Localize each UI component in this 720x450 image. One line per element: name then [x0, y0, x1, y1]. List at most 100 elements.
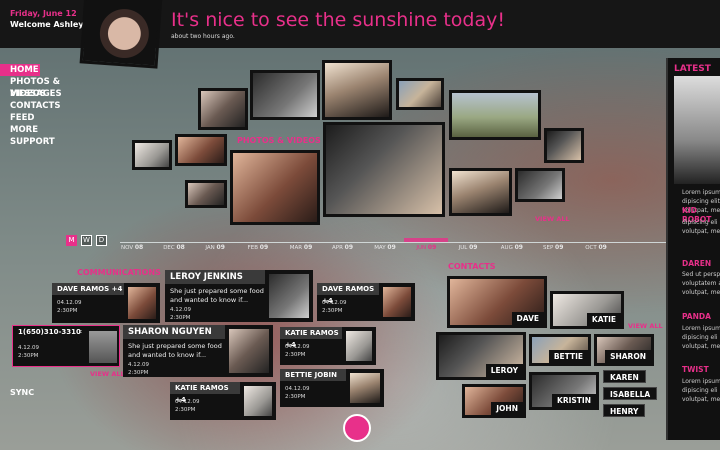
- contact-tile-leroy[interactable]: LEROY: [436, 332, 526, 380]
- nav-photos-videos[interactable]: PHOTOS & VIDEOS: [0, 76, 90, 99]
- comm-card-time: 2:30PM: [57, 308, 78, 314]
- photo-thumb[interactable]: [515, 168, 565, 202]
- contact-photo: [227, 327, 271, 375]
- comm-card[interactable]: SHARON NGUYEN She just prepared some foo…: [123, 325, 273, 377]
- timeline-tick-label[interactable]: NOV 08: [121, 244, 143, 251]
- contact-tile-dave[interactable]: DAVE: [447, 276, 547, 328]
- comm-card-date: 4.12.09: [170, 307, 191, 313]
- nav-feed[interactable]: FEED: [0, 112, 90, 124]
- contact-photo: [381, 285, 413, 319]
- phone-call-card[interactable]: 1(650)310-3310 c 4.12.09 2:30PM: [12, 325, 120, 367]
- status-update[interactable]: It's nice to see the sunshine today!: [171, 9, 505, 31]
- timeline-tick-label[interactable]: SEP 09: [543, 244, 563, 251]
- photo-thumb-featured[interactable]: [323, 122, 445, 217]
- timeline-mode-month[interactable]: M: [66, 235, 77, 246]
- comm-card-time: 2:30PM: [322, 308, 343, 314]
- timeline-current-marker[interactable]: [404, 238, 448, 242]
- contact-tile-sharon[interactable]: SHARON: [594, 334, 654, 366]
- nav-messages[interactable]: MESSAGES: [0, 88, 90, 100]
- contacts-section-label[interactable]: CONTACTS: [448, 262, 495, 271]
- comm-card-name: KATIE RAMOS +4: [280, 327, 342, 349]
- main-nav: HOME PHOTOS & VIDEOS MESSAGES CONTACTS F…: [0, 64, 90, 148]
- contact-photo: [242, 384, 274, 418]
- comm-card-message: She just prepared some food and wanted t…: [170, 287, 264, 304]
- comm-card[interactable]: LEROY JENKINS She just prepared some foo…: [165, 270, 313, 322]
- contact-name-chip[interactable]: ISABELLA: [603, 387, 658, 400]
- communications-section-label[interactable]: COMMUNICATIONS: [77, 268, 161, 277]
- photo-thumb[interactable]: [449, 168, 512, 216]
- comm-card-time: 2:30PM: [128, 370, 149, 376]
- timeline-tick-label[interactable]: MAY 09: [374, 244, 396, 251]
- nav-contacts[interactable]: CONTACTS: [0, 100, 90, 112]
- photo-thumb[interactable]: [230, 150, 320, 225]
- contact-tile-bettie[interactable]: BETTIE: [529, 334, 591, 366]
- user-avatar[interactable]: [79, 0, 163, 69]
- comm-card[interactable]: KATIE RAMOS +4 04.12.09 2:30PM: [280, 327, 376, 365]
- contact-name-chip[interactable]: HENRY: [603, 404, 646, 417]
- contacts-view-all-link[interactable]: VIEW ALL: [628, 322, 663, 330]
- latest-title: LATEST: [674, 64, 711, 74]
- contact-name: JOHN: [491, 402, 523, 415]
- photo-thumb[interactable]: [449, 90, 541, 140]
- phone-number: 1(650)310-3310: [13, 326, 83, 338]
- contact-tile-kristin[interactable]: KRISTIN: [529, 372, 599, 410]
- photos-section-label[interactable]: PHOTOS & VIDEOS: [237, 136, 321, 145]
- contact-name: SHARON: [605, 350, 651, 363]
- latest-item-title[interactable]: TWIST: [682, 365, 709, 374]
- photo-thumb[interactable]: [544, 128, 584, 163]
- latest-item-title[interactable]: DAREN: [682, 259, 711, 268]
- latest-featured-photo[interactable]: [674, 76, 720, 184]
- nav-support[interactable]: SUPPORT: [0, 136, 90, 148]
- timeline-tick-label[interactable]: DEC 08: [163, 244, 185, 251]
- status-timestamp: about two hours ago.: [171, 33, 235, 40]
- contact-name: DAVE: [511, 312, 544, 325]
- contact-tile-john[interactable]: JOHN: [462, 384, 526, 418]
- photo-thumb[interactable]: [175, 134, 227, 166]
- comm-card[interactable]: BETTIE JOBIN 04.12.09 2:30PM: [280, 369, 384, 407]
- contact-tile-katie[interactable]: KATIE: [550, 291, 624, 329]
- timeline-tick-label[interactable]: JUN 09: [416, 244, 436, 251]
- comm-card-date: 04.12.09: [175, 399, 200, 405]
- phone-card-extra: c: [79, 329, 83, 335]
- timeline-tick-label[interactable]: JAN 09: [205, 244, 225, 251]
- latest-panel: LATEST Lorem ipsum dipiscing elit, volut…: [666, 58, 720, 440]
- latest-item-title[interactable]: PANDA: [682, 312, 711, 321]
- comm-card-date: 4.12.09: [18, 345, 39, 351]
- timeline-mode-day[interactable]: D: [96, 235, 107, 246]
- timeline-mode-week[interactable]: W: [81, 235, 92, 246]
- photo-thumb[interactable]: [198, 88, 248, 130]
- contact-name-chip[interactable]: KAREN: [603, 370, 646, 383]
- timeline-tick-label[interactable]: MAR 09: [290, 244, 312, 251]
- sync-button[interactable]: SYNC: [10, 388, 34, 397]
- communications-view-all-link[interactable]: VIEW ALL: [90, 370, 125, 378]
- timeline-tick-label[interactable]: APR 09: [332, 244, 353, 251]
- timeline-track[interactable]: [120, 242, 720, 243]
- photo-thumb[interactable]: [185, 180, 227, 208]
- comm-card-date: 4.12.09: [128, 362, 149, 368]
- photo-thumb[interactable]: [322, 60, 392, 120]
- photo-thumb[interactable]: [250, 70, 320, 120]
- photo-thumb[interactable]: [396, 78, 444, 110]
- comm-card[interactable]: DAVE RAMOS +4 04.12.09 2:30PM: [52, 283, 160, 323]
- comm-card-name: DAVE RAMOS +4: [317, 283, 379, 305]
- timeline-tick-label[interactable]: OCT 09: [585, 244, 607, 251]
- contact-name: LEROY: [485, 364, 523, 377]
- comm-card[interactable]: DAVE RAMOS +4 04.12.09 2:30PM: [317, 283, 415, 321]
- photos-view-all-link[interactable]: VIEW ALL: [535, 215, 570, 223]
- timeline-tick-label[interactable]: AUG 09: [501, 244, 523, 251]
- current-date: Friday, June 12: [10, 9, 77, 18]
- comm-card-name: LEROY JENKINS: [165, 270, 265, 284]
- home-action-button[interactable]: [343, 414, 371, 442]
- comm-card-name: SHARON NGUYEN: [123, 325, 225, 339]
- latest-item-body: Lorem ipsum dipiscing eli volutpat, me: [682, 378, 720, 403]
- comm-card-name: KATIE RAMOS +4: [170, 382, 240, 404]
- nav-home[interactable]: HOME: [0, 64, 40, 76]
- photo-thumb[interactable]: [132, 140, 172, 170]
- timeline-tick-label[interactable]: FEB 09: [248, 244, 269, 251]
- timeline-tick-label[interactable]: JUL 09: [459, 244, 478, 251]
- comm-card-time: 2:30PM: [285, 352, 306, 358]
- comm-card[interactable]: KATIE RAMOS +4 04.12.09 2:30PM: [170, 382, 276, 420]
- nav-more[interactable]: MORE: [0, 124, 90, 136]
- latest-item-body: Lorem ipsum dipiscing eli volutpat, me: [682, 325, 720, 350]
- comm-card-time: 2:30PM: [170, 315, 191, 321]
